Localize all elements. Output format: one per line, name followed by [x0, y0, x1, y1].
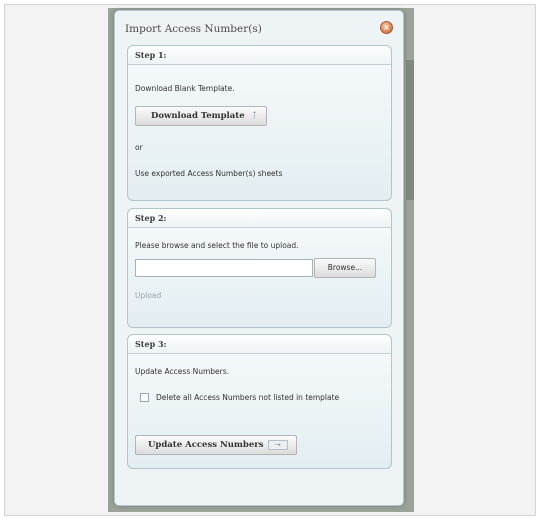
- file-path-input[interactable]: [135, 259, 313, 277]
- close-icon[interactable]: ×: [380, 21, 393, 34]
- or-text: or: [135, 143, 143, 152]
- delete-unlisted-label: Delete all Access Numbers not listed in …: [156, 393, 340, 402]
- step-3-panel: Step 3: Update Access Numbers. Delete al…: [127, 334, 392, 469]
- update-access-numbers-label: Update Access Numbers: [148, 440, 264, 450]
- upload-link[interactable]: Upload: [135, 291, 161, 300]
- step-1-panel: Step 1: Download Blank Template. Downloa…: [127, 45, 392, 201]
- delete-unlisted-checkbox[interactable]: [140, 393, 149, 402]
- step-2-instruction: Please browse and select the file to upl…: [135, 241, 299, 250]
- step-3-header: Step 3:: [128, 335, 391, 354]
- step-1-instruction: Download Blank Template.: [135, 84, 235, 93]
- upload-arrow-icon: ⇡: [250, 111, 259, 121]
- import-icon: ⇥: [267, 439, 288, 450]
- import-access-numbers-dialog: Import Access Number(s) × Step 1: Downlo…: [114, 10, 404, 506]
- step-1-header: Step 1:: [128, 46, 391, 65]
- step-2-panel: Step 2: Please browse and select the fil…: [127, 208, 392, 328]
- exported-sheets-text: Use exported Access Number(s) sheets: [135, 169, 283, 178]
- step-2-header: Step 2:: [128, 209, 391, 228]
- dialog-title: Import Access Number(s): [125, 23, 262, 35]
- browse-button[interactable]: Browse...: [314, 258, 376, 278]
- background-app-strip: [406, 60, 414, 200]
- download-template-button[interactable]: Download Template ⇡: [135, 106, 268, 126]
- download-template-label: Download Template: [151, 111, 245, 121]
- update-access-numbers-button[interactable]: Update Access Numbers ⇥: [135, 435, 297, 455]
- step-3-instruction: Update Access Numbers.: [135, 367, 230, 376]
